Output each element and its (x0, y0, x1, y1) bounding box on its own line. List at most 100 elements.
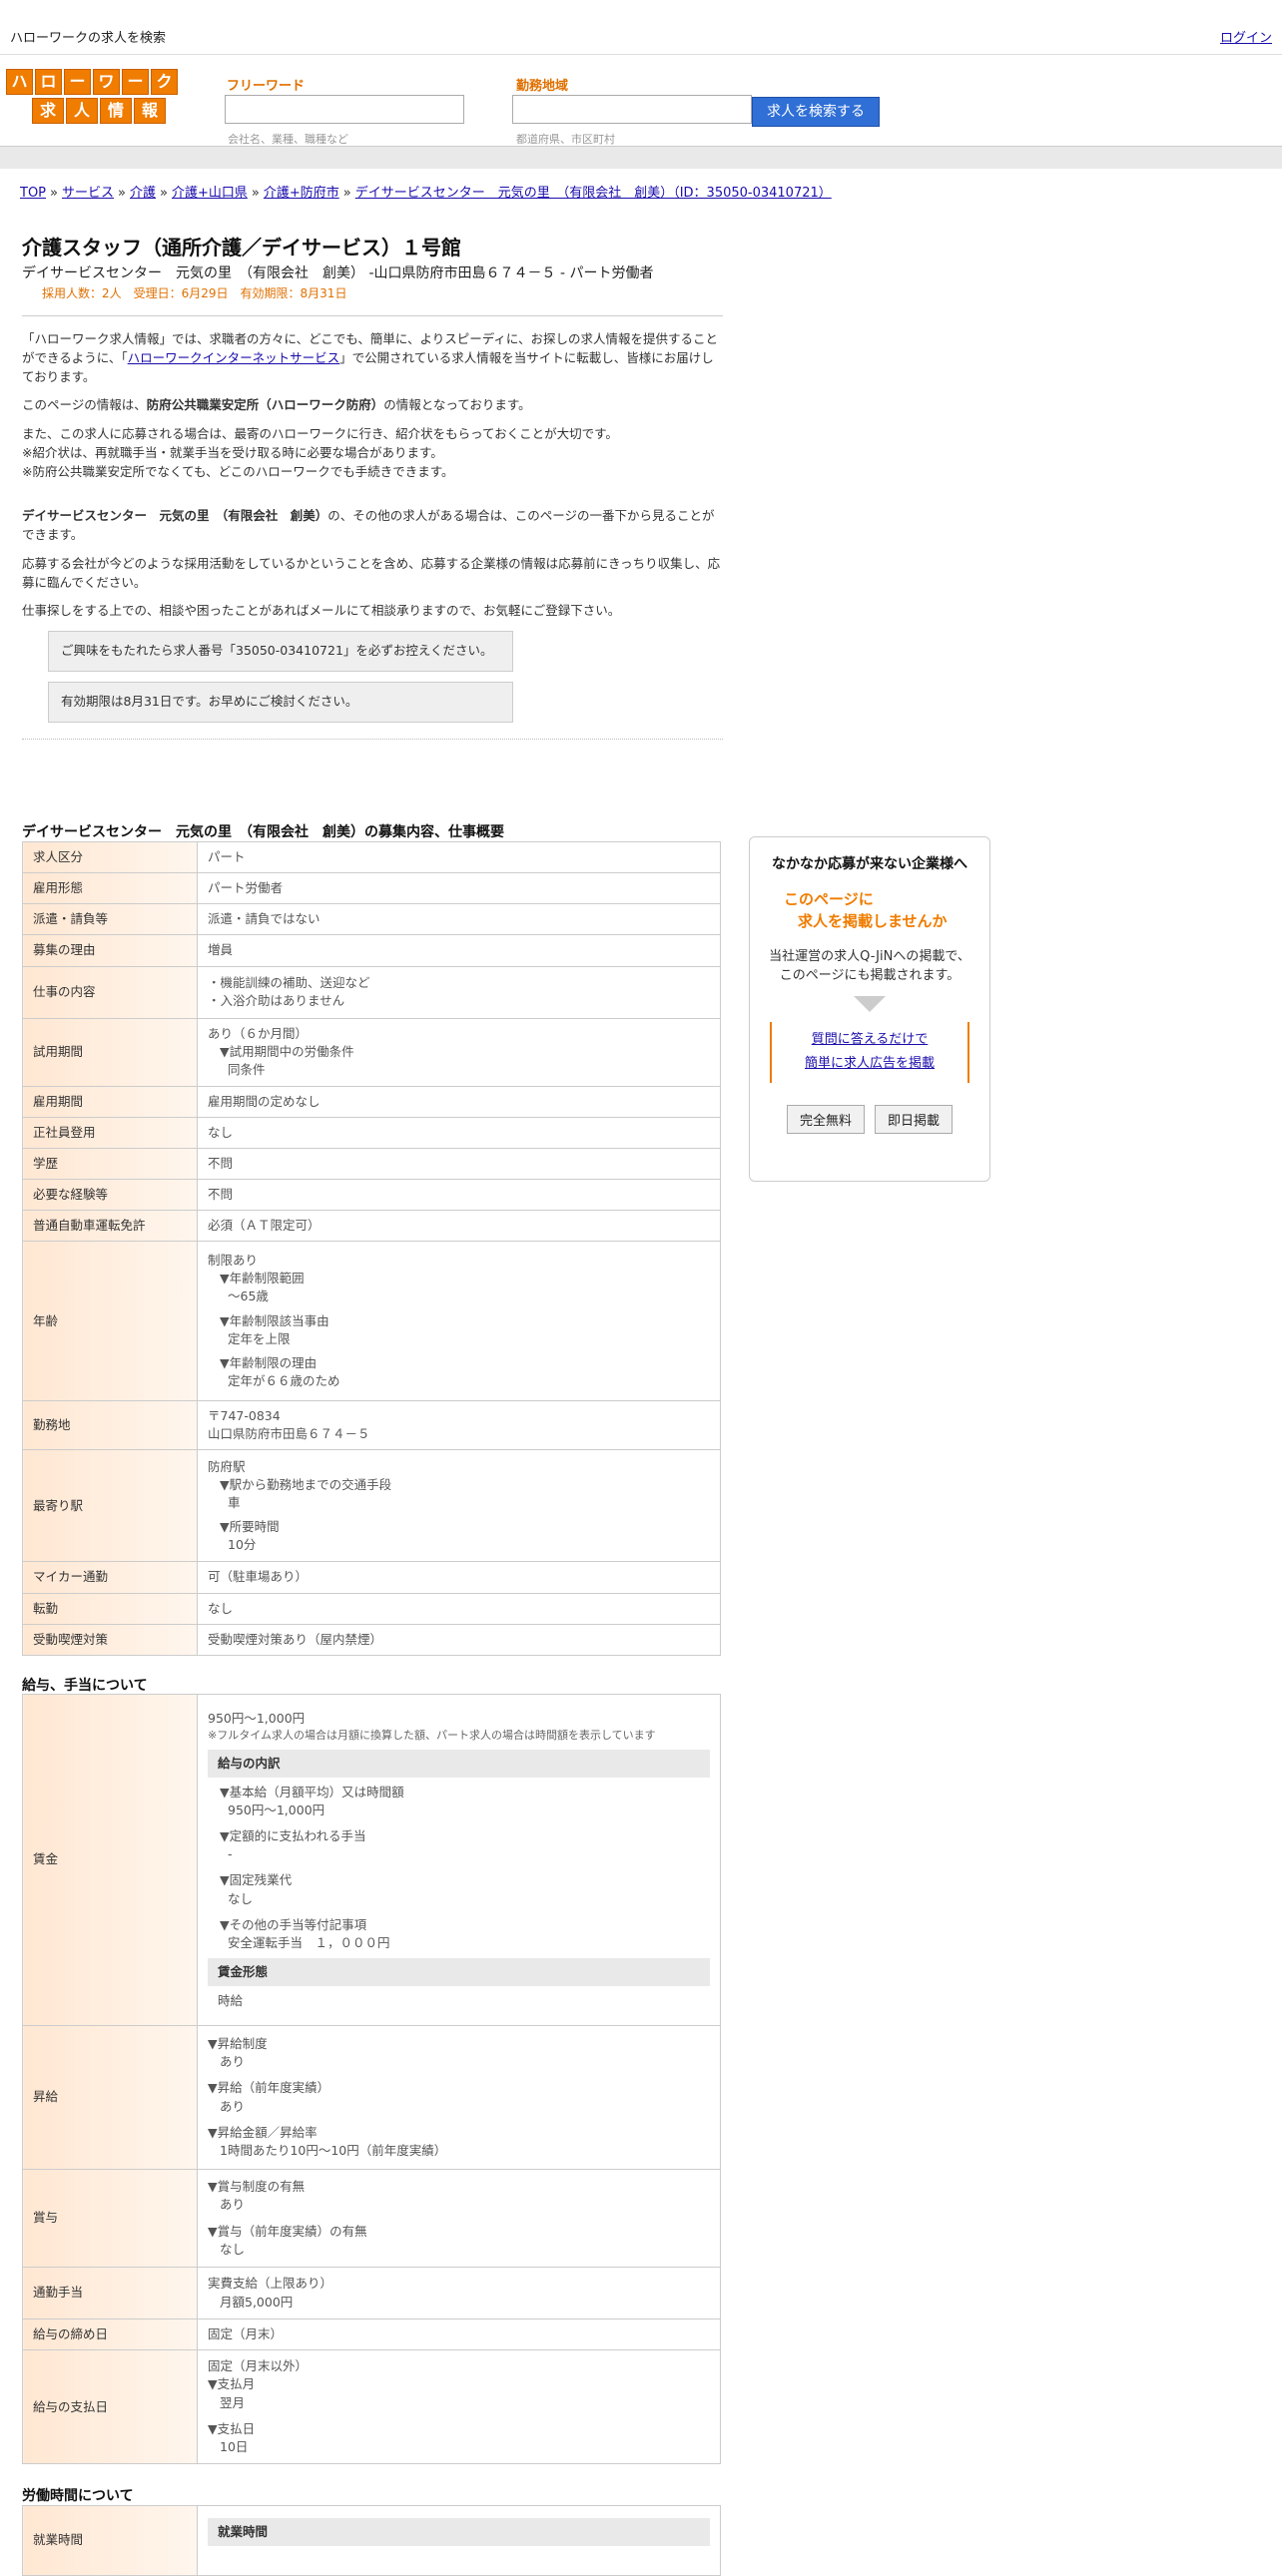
gray-band (0, 146, 1282, 169)
side-ad-cta: 質問に答えるだけで 簡単に求人広告を掲載 (770, 1021, 969, 1083)
table-row: 就業時間 就業時間 (22, 2505, 721, 2576)
section-recruit-title: デイサービスセンター 元気の里 （有限会社 創美）の募集内容、仕事概要 (22, 824, 504, 840)
row-value: 受動喫煙対策あり（屋内禁煙） (197, 1623, 721, 1656)
area-label: 勤務地域 (516, 79, 569, 94)
table-row: 普通自動車運転免許 必須（ＡＴ限定可） (22, 1209, 721, 1243)
hellowork-logo[interactable]: ハローワーク 求人情報 (6, 69, 178, 127)
table-row: 年齢 制限あり ▼年齢制限範囲 〜65歳 ▼年齢制限該当事由 定年を上限 ▼年齢制限… (22, 1241, 721, 1402)
logo-char: 人 (66, 98, 98, 124)
intro-p3: また、この求人に応募される場合は、最寄のハローワークに行き、紹介状をもらっておく… (22, 426, 618, 479)
row-label: 求人区分 (22, 840, 198, 874)
table-row: 転勤 なし (22, 1592, 721, 1625)
same-day-badge-button[interactable]: 即日掲載 (875, 1104, 954, 1134)
recruit-table: 求人区分 パート 雇用形態 パート労働者 派遣・請負等 派遣・請負ではない 募集の理由… (22, 840, 721, 1656)
row-value: パート (197, 840, 721, 874)
row-value: 実費支給（上限あり） 月額5,000円 (197, 2267, 721, 2319)
row-value: ▼賞与制度の有無 あり ▼賞与（前年度実績）の有無 なし (197, 2169, 721, 2268)
row-label: 転勤 (22, 1592, 198, 1625)
row-label: 給与の締め日 (22, 2318, 198, 2351)
row-value: あり（６か月間） ▼試用期間中の労働条件 同条件 (197, 1017, 721, 1087)
crumb-top[interactable]: TOP (20, 186, 46, 201)
row-label: 仕事の内容 (22, 965, 198, 1019)
row-label: 普通自動車運転免許 (22, 1209, 198, 1243)
table-row: 求人区分 パート (22, 840, 721, 874)
row-value: 950円〜1,000円 ※フルタイム求人の場合は月額に換算した額、パート求人の場… (197, 1694, 721, 2026)
crumb-hofu[interactable]: 介護+防府市 (264, 186, 339, 201)
login-link[interactable]: ログイン (1220, 27, 1272, 46)
side-ad-link-2[interactable]: 簡単に求人広告を掲載 (805, 1056, 935, 1071)
side-ad-link-1[interactable]: 質問に答えるだけで (812, 1032, 929, 1047)
row-label: マイカー通勤 (22, 1561, 198, 1594)
salary-table: 賃金 950円〜1,000円 ※フルタイム求人の場合は月額に換算した額、パート求… (22, 1694, 721, 2465)
table-row: 賞与 ▼賞与制度の有無 あり ▼賞与（前年度実績）の有無 なし (22, 2169, 721, 2268)
job-meta: 採用人数：2人 受理日：6月29日 有効期限：8月31日 (42, 286, 347, 300)
logo-char: 報 (134, 98, 166, 124)
crumb-kaigo[interactable]: 介護 (130, 186, 156, 201)
hours-table: 就業時間 就業時間 (22, 2505, 721, 2576)
logo-char: ワ (93, 69, 120, 95)
row-label: 昇給 (22, 2025, 198, 2170)
free-badge-button[interactable]: 完全無料 (786, 1104, 865, 1134)
table-row: 雇用形態 パート労働者 (22, 872, 721, 905)
table-row: 通勤手当 実費支給（上限あり） 月額5,000円 (22, 2267, 721, 2319)
row-label: 年齢 (22, 1241, 198, 1402)
logo-char: ー (64, 69, 91, 95)
freeword-input[interactable] (225, 95, 464, 124)
row-value: 固定（月末以外） ▼支払月 翌月 ▼支払日 10日 (197, 2349, 721, 2465)
table-row: 勤務地 〒747-0834 山口県防府市田島６７４－５ (22, 1400, 721, 1451)
main-content: 介護スタッフ（通所介護／デイサービス）１号館 デイサービスセンター 元気の里 （… (22, 232, 723, 756)
row-label: 最寄り駅 (22, 1449, 198, 1563)
job-title: 介護スタッフ（通所介護／デイサービス）１号館 (22, 236, 461, 259)
row-label: 雇用期間 (22, 1085, 198, 1118)
section-hours-title: 労働時間について (22, 2488, 134, 2504)
table-row: 給与の支払日 固定（月末以外） ▼支払月 翌月 ▼支払日 10日 (22, 2349, 721, 2465)
side-ad-text: 当社運営の求人Q-JiNへの掲載で、 このページにも掲載されます。 (769, 948, 970, 984)
row-value: 不問 (197, 1178, 721, 1212)
logo-char: ク (151, 69, 178, 95)
table-row: 賃金 950円〜1,000円 ※フルタイム求人の場合は月額に換算した額、パート求… (22, 1694, 721, 2026)
table-row: 派遣・請負等 派遣・請負ではない (22, 903, 721, 936)
table-row: 学歴 不問 (22, 1147, 721, 1180)
row-value: 防府駅 ▼駅から勤務地までの交通手段車 ▼所要時間 10分 (197, 1449, 721, 1563)
table-row: 給与の締め日 固定（月末） (22, 2318, 721, 2351)
row-label: 賃金 (22, 1694, 198, 2026)
table-row: 雇用期間 雇用期間の定めなし (22, 1085, 721, 1118)
table-row: 昇給 ▼昇給制度 あり ▼昇給（前年度実績） あり ▼昇給金額／昇給率 1時間あたり1… (22, 2025, 721, 2170)
side-ad-catch: このページに 求人を掲載しませんか (784, 890, 948, 930)
row-value: なし (197, 1592, 721, 1625)
down-arrow-icon (854, 995, 886, 1012)
row-label: 学歴 (22, 1147, 198, 1180)
intro: 「ハローワーク求人情報」では、求職者の方々に、どこでも、簡単に、よりスピーディに… (22, 330, 723, 621)
side-ad-box: なかなか応募が来ない企業様へ このページに 求人を掲載しませんか 当社運営の求人Q… (749, 836, 990, 1182)
area-hint: 都道府県、市区町村 (516, 133, 615, 146)
row-value: 就業時間 (197, 2505, 721, 2576)
table-row: 受動喫煙対策 受動喫煙対策あり（屋内禁煙） (22, 1623, 721, 1656)
site-title: ハローワークの求人を検索 (10, 31, 167, 46)
deadline-box: 有効期限は8月31日です。お早めにご検討ください。 (48, 681, 513, 723)
search-button[interactable]: 求人を検索する (752, 97, 880, 127)
row-value: 可（駐車場あり） (197, 1561, 721, 1594)
logo-char: 情 (100, 98, 132, 124)
intro-p1: 「ハローワーク求人情報」では、求職者の方々に、どこでも、簡単に、よりスピーディに… (22, 331, 719, 384)
row-label: 通勤手当 (22, 2267, 198, 2319)
intro-p2: このページの情報は、防府公共職業安定所（ハローワーク防府）の情報となっております… (22, 397, 531, 413)
header: ハローワーク 求人情報 フリーワード 会社名、業種、職種など 勤務地域 都道府県… (0, 55, 1282, 147)
crumb-yamaguchi[interactable]: 介護+山口県 (172, 186, 248, 201)
row-value: 制限あり ▼年齢制限範囲 〜65歳 ▼年齢制限該当事由 定年を上限 ▼年齢制限の理由… (197, 1241, 721, 1402)
row-value: ▼昇給制度 あり ▼昇給（前年度実績） あり ▼昇給金額／昇給率 1時間あたり10円〜… (197, 2025, 721, 2170)
row-value: 不問 (197, 1147, 721, 1180)
row-value: ・機能訓練の補助、送迎など ・入浴介助はありません (197, 965, 721, 1019)
breadcrumb: TOP» サービス» 介護» 介護+山口県» 介護+防府市» デイサービスセンター 元気の… (20, 186, 832, 201)
crumb-company[interactable]: デイサービスセンター 元気の里 （有限会社 創美）（ID：35050-03410… (355, 186, 832, 201)
crumb-service[interactable]: サービス (62, 186, 114, 201)
table-row: 正社員登用 なし (22, 1116, 721, 1149)
row-label: 必要な経験等 (22, 1178, 198, 1212)
table-row: 募集の理由 増員 (22, 934, 721, 967)
hellowork-internet-link[interactable]: ハローワークインターネットサービス (128, 350, 340, 365)
job-number-box: ご興味をもたれたら求人番号「35050-03410721」を必ずお控えください。 (48, 631, 513, 672)
freeword-label: フリーワード (227, 79, 306, 94)
table-row: 必要な経験等 不問 (22, 1178, 721, 1212)
row-label: 募集の理由 (22, 934, 198, 967)
area-input[interactable] (512, 95, 752, 124)
row-value: 固定（月末） (197, 2318, 721, 2351)
